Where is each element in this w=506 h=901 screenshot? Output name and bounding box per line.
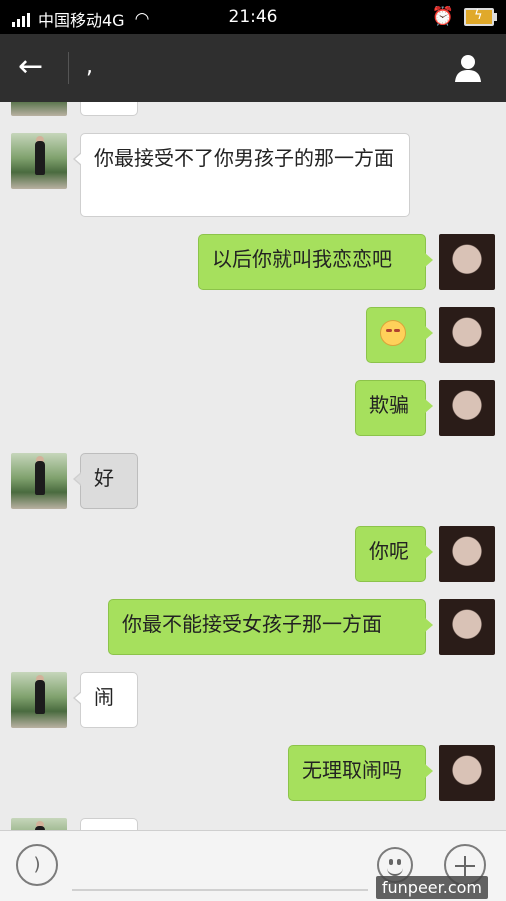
watermark: funpeer.com bbox=[375, 876, 488, 899]
message-input[interactable] bbox=[72, 889, 368, 891]
contact-avatar[interactable] bbox=[11, 672, 67, 728]
message-bubble-right[interactable]: 欺骗 bbox=[355, 380, 433, 436]
header-divider bbox=[68, 52, 69, 84]
message-text: 你最接受不了你男孩子的那一方面 bbox=[94, 146, 394, 170]
battery-charging-icon: ϟ bbox=[464, 7, 497, 26]
message-bubble-right[interactable]: 以后你就叫我恋恋吧 bbox=[198, 234, 433, 290]
message-bubble-right[interactable]: 你最不能接受女孩子那一方面 bbox=[108, 599, 433, 655]
status-right: ⏰ ϟ bbox=[431, 6, 497, 27]
message-bubble-left[interactable]: 你最接受不了你男孩子的那一方面 bbox=[73, 133, 410, 217]
back-button[interactable]: ← bbox=[18, 52, 43, 82]
voice-button[interactable]: ) bbox=[16, 844, 58, 886]
my-avatar[interactable] bbox=[439, 380, 495, 436]
message-list[interactable]: 你最接受不了你男孩子的那一方面 以后你就叫我恋恋吧 欺骗 好 你呢 你最不能接受… bbox=[0, 102, 506, 830]
profile-button[interactable] bbox=[452, 52, 484, 84]
voice-icon: ) bbox=[33, 854, 41, 875]
status-time: 21:46 bbox=[228, 7, 278, 27]
status-bar: 中国移动4G ◠ 21:46 ⏰ ϟ bbox=[0, 0, 506, 34]
chat-title: , bbox=[86, 54, 93, 79]
my-avatar[interactable] bbox=[439, 307, 495, 363]
contact-avatar[interactable] bbox=[11, 818, 67, 830]
contact-avatar[interactable] bbox=[11, 453, 67, 509]
message-text: 无理取闹吗 bbox=[302, 758, 402, 782]
message-text: 你呢 bbox=[369, 539, 409, 563]
message-bubble-right[interactable]: 你呢 bbox=[355, 526, 433, 582]
message-bubble-left[interactable]: 好 bbox=[73, 453, 138, 509]
my-avatar[interactable] bbox=[439, 599, 495, 655]
message-bubble-right[interactable]: 无理取闹吗 bbox=[288, 745, 433, 801]
emoji-icon bbox=[380, 320, 406, 346]
message-bubble-left[interactable]: 闹 bbox=[73, 672, 138, 728]
message-text: 欺骗 bbox=[369, 393, 409, 417]
input-bar: ) funpeer.com bbox=[0, 830, 506, 901]
person-icon bbox=[455, 55, 481, 82]
message-text: 你最不能接受女孩子那一方面 bbox=[122, 612, 382, 636]
contact-avatar[interactable] bbox=[11, 133, 67, 189]
alarm-clock-icon: ⏰ bbox=[431, 6, 454, 27]
my-avatar[interactable] bbox=[439, 234, 495, 290]
smile-icon bbox=[387, 866, 403, 876]
contact-avatar[interactable] bbox=[11, 102, 67, 116]
message-bubble-right[interactable] bbox=[366, 307, 433, 363]
my-avatar[interactable] bbox=[439, 526, 495, 582]
message-bubble-partial[interactable] bbox=[80, 818, 138, 830]
my-avatar[interactable] bbox=[439, 745, 495, 801]
chat-header: ← , bbox=[0, 34, 506, 102]
message-text: 以后你就叫我恋恋吧 bbox=[212, 247, 392, 271]
message-text: 闹 bbox=[94, 685, 114, 709]
arrow-left-icon: ← bbox=[18, 49, 44, 84]
message-text: 好 bbox=[94, 466, 114, 490]
message-bubble-partial[interactable] bbox=[73, 102, 138, 116]
